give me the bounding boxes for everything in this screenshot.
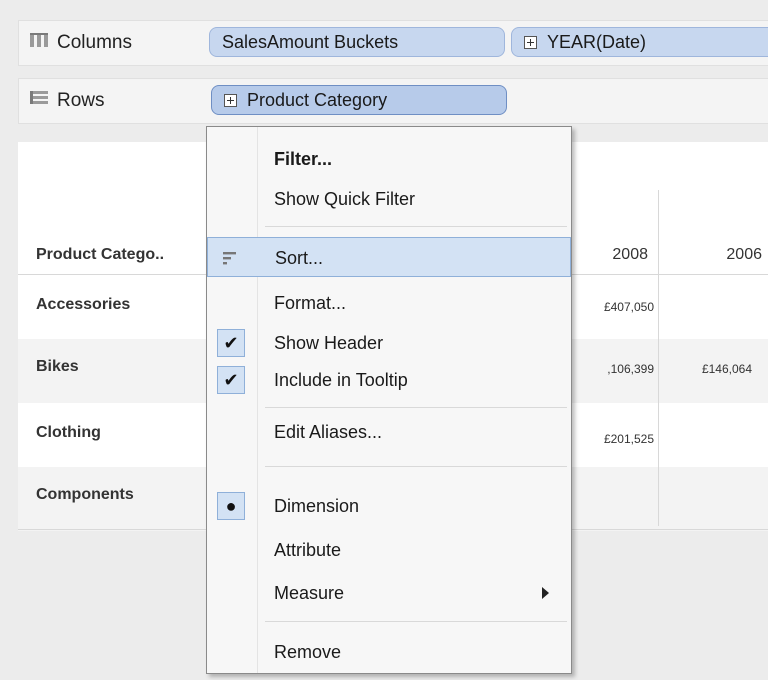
row-header-label[interactable]: Product Catego.. xyxy=(36,246,164,264)
menu-separator xyxy=(265,621,567,622)
pill-label: SalesAmount Buckets xyxy=(222,31,399,52)
pill-label: YEAR(Date) xyxy=(547,31,647,52)
menu-item-filter[interactable]: Filter... xyxy=(207,139,571,179)
cell-value[interactable]: £146,064 xyxy=(664,362,752,376)
menu-item-label: Attribute xyxy=(274,539,342,560)
rows-shelf-label: Rows xyxy=(29,79,105,123)
columns-icon xyxy=(29,31,49,55)
column-header-2008[interactable]: 2008 xyxy=(578,246,648,264)
checkmark-icon: ✔ xyxy=(217,329,245,357)
expand-icon[interactable] xyxy=(224,93,237,107)
row-label-accessories[interactable]: Accessories xyxy=(36,296,130,314)
bullet-icon: ● xyxy=(217,492,245,520)
menu-item-remove[interactable]: Remove xyxy=(207,632,571,672)
menu-item-label: Dimension xyxy=(274,495,360,516)
checkmark-icon: ✔ xyxy=(217,366,245,394)
pill-year-date[interactable]: YEAR(Date) xyxy=(511,27,768,57)
menu-item-label: Show Header xyxy=(274,332,384,353)
rows-icon xyxy=(29,89,49,113)
row-label-bikes[interactable]: Bikes xyxy=(36,358,79,376)
menu-item-attribute[interactable]: Attribute xyxy=(207,530,571,570)
pill-label: Product Category xyxy=(247,89,388,110)
submenu-arrow-icon xyxy=(542,587,549,599)
menu-separator xyxy=(265,226,567,227)
pill-product-category[interactable]: Product Category xyxy=(211,85,507,115)
menu-item-label: Sort... xyxy=(275,247,324,268)
columns-label-text: Columns xyxy=(57,32,132,53)
menu-item-label: Include in Tooltip xyxy=(274,369,408,390)
menu-item-sort[interactable]: Sort... xyxy=(207,237,571,277)
row-label-clothing[interactable]: Clothing xyxy=(36,424,101,442)
column-divider xyxy=(658,190,659,526)
rows-label-text: Rows xyxy=(57,90,105,111)
columns-shelf-label: Columns xyxy=(29,21,132,65)
menu-item-format[interactable]: Format... xyxy=(207,283,571,323)
rows-shelf: Rows Product Category xyxy=(18,78,768,124)
menu-item-include-in-tooltip[interactable]: ✔ Include in Tooltip xyxy=(207,360,571,400)
menu-item-show-quick-filter[interactable]: Show Quick Filter xyxy=(207,179,571,219)
sort-icon xyxy=(222,250,238,266)
menu-item-measure[interactable]: Measure xyxy=(207,573,571,613)
menu-item-edit-aliases[interactable]: Edit Aliases... xyxy=(207,412,571,452)
menu-item-label: Format... xyxy=(274,292,347,313)
menu-separator xyxy=(265,407,567,408)
context-menu: Filter... Show Quick Filter Sort... Form… xyxy=(206,126,572,674)
expand-icon[interactable] xyxy=(524,35,537,49)
pill-salesamount-buckets[interactable]: SalesAmount Buckets xyxy=(209,27,505,57)
menu-item-show-header[interactable]: ✔ Show Header xyxy=(207,323,571,363)
row-label-components[interactable]: Components xyxy=(36,486,134,504)
menu-item-label: Remove xyxy=(274,641,342,662)
menu-item-label: Edit Aliases... xyxy=(274,421,383,442)
menu-item-label: Show Quick Filter xyxy=(274,188,416,209)
menu-item-label: Filter... xyxy=(274,148,333,169)
column-header-2006[interactable]: 2006 xyxy=(668,246,762,264)
menu-item-label: Measure xyxy=(274,582,345,603)
menu-item-dimension[interactable]: ● Dimension xyxy=(207,486,571,526)
menu-separator xyxy=(265,466,567,467)
columns-shelf: Columns SalesAmount Buckets YEAR(Date) xyxy=(18,20,768,66)
